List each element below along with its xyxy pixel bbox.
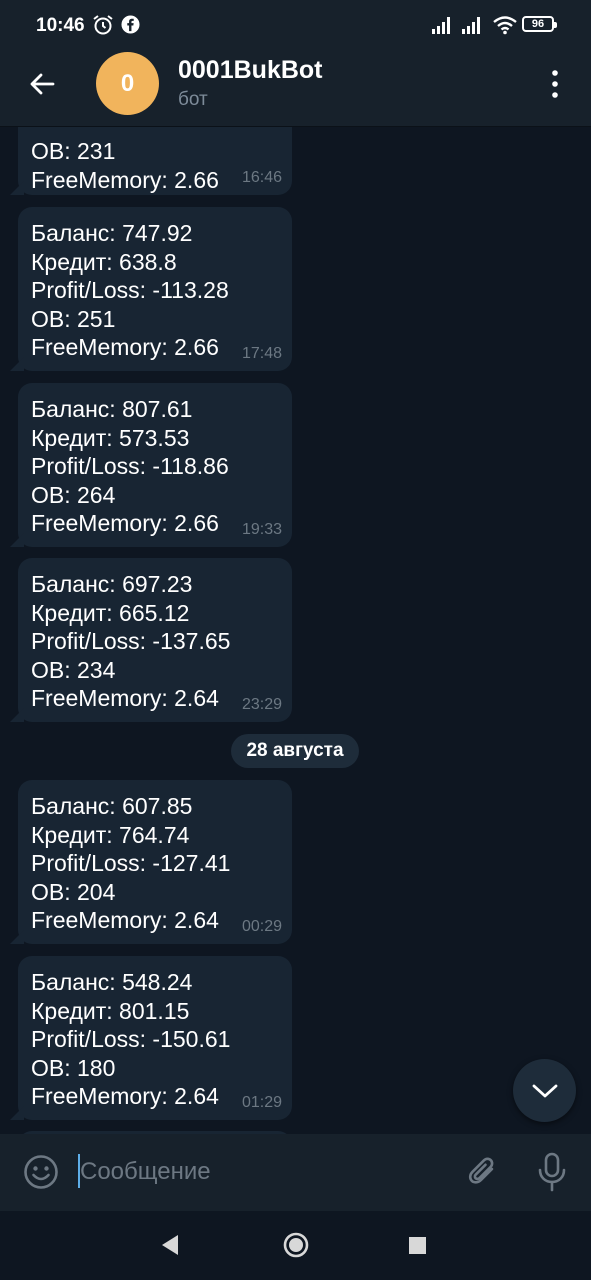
- alarm-icon: [93, 15, 113, 35]
- signal-icon: [432, 17, 450, 34]
- message-line: Баланс: 697.23: [31, 571, 193, 597]
- message-line: Profit/Loss: -150.61: [31, 1026, 231, 1053]
- message-line: Баланс: 607.85: [31, 793, 193, 819]
- chat-header: 0 0001BukBot бот: [0, 52, 591, 127]
- message-line: Баланс: 747.92: [31, 220, 193, 246]
- message-time: 23:29: [241, 696, 282, 713]
- composer: [0, 1134, 591, 1211]
- message-line: ОВ: 180: [31, 1054, 116, 1081]
- signal-icon-2: [462, 17, 480, 34]
- message-line: Кредит: 801.15: [31, 997, 190, 1024]
- microphone-icon[interactable]: [534, 1152, 570, 1192]
- message-line: ОВ: 231: [31, 138, 116, 164]
- chat-subtitle: бот: [178, 89, 208, 110]
- system-nav-bar: [0, 1211, 591, 1280]
- message-line: Баланс: 807.61: [31, 396, 193, 422]
- arrow-left-icon[interactable]: [28, 70, 56, 98]
- paperclip-icon[interactable]: [465, 1154, 501, 1190]
- nav-home-icon[interactable]: [283, 1232, 309, 1258]
- status-bar: 10:46 96: [0, 0, 591, 52]
- battery-level: 96: [531, 18, 545, 30]
- message-line: Кредит: 638.8: [31, 248, 177, 275]
- nav-recent-icon[interactable]: [409, 1237, 426, 1254]
- wifi-icon: [493, 16, 517, 35]
- message-line: Profit/Loss: -113.28: [31, 277, 229, 304]
- scroll-down-button[interactable]: [513, 1059, 576, 1122]
- status-time: 10:46: [36, 15, 85, 36]
- message-line: Кредит: 665.12: [31, 599, 190, 626]
- chevron-down-icon: [532, 1084, 558, 1098]
- message-list[interactable]: ОВ: 231 FreeMemory: 2.66 16:46 Баланс: 7…: [0, 127, 591, 1134]
- message-line: ОВ: 204: [31, 878, 116, 905]
- battery-icon: 96: [522, 16, 557, 32]
- message-input[interactable]: [80, 1152, 440, 1192]
- message-time: 19:33: [241, 521, 282, 538]
- message-line: Profit/Loss: -127.41: [31, 850, 231, 877]
- message-time: 00:29: [241, 918, 282, 935]
- message-bubble[interactable]: Баланс: 607.85 Кредит: 764.74 Profit/Los…: [18, 780, 292, 944]
- message-bubble[interactable]: Баланс: 807.61 Кредит: 573.53 Profit/Los…: [18, 383, 292, 547]
- message-bubble[interactable]: Баланс: 747.92 Кредит: 638.8 Profit/Loss…: [18, 207, 292, 371]
- chat-title[interactable]: 0001BukBot: [178, 56, 323, 85]
- message-line: Баланс: 548.24: [31, 969, 193, 995]
- smile-icon[interactable]: [23, 1154, 59, 1190]
- message-time: 17:48: [241, 345, 282, 362]
- message-bubble[interactable]: Баланс: 548.24 Кредит: 801.15 Profit/Los…: [18, 956, 292, 1120]
- message-time: 01:29: [241, 1094, 282, 1111]
- date-separator: 28 августа: [231, 734, 359, 768]
- more-vertical-icon[interactable]: [548, 69, 562, 99]
- message-line: ОВ: 234: [31, 656, 116, 683]
- message-line: Profit/Loss: -118.86: [31, 453, 229, 480]
- message-line: ОВ: 251: [31, 305, 116, 332]
- message-line: Кредит: 764.74: [31, 821, 190, 848]
- message-line: ОВ: 264: [31, 481, 116, 508]
- message-line: Кредит: 573.53: [31, 424, 190, 451]
- avatar[interactable]: 0: [96, 52, 159, 115]
- message-bubble[interactable]: Баланс: 697.23 Кредит: 665.12 Profit/Los…: [18, 558, 292, 722]
- message-bubble[interactable]: ОВ: 231 FreeMemory: 2.66 16:46: [18, 127, 292, 195]
- facebook-icon: [121, 15, 140, 34]
- message-time: 16:46: [241, 169, 282, 186]
- message-line: Profit/Loss: -137.65: [31, 628, 231, 655]
- nav-back-icon[interactable]: [160, 1233, 180, 1257]
